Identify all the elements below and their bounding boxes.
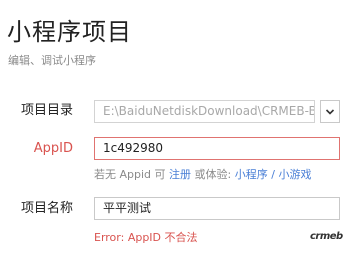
hint-or-try: 或体验: [194,168,232,181]
directory-dropdown-button[interactable] [320,100,340,123]
new-project-panel: 小程序项目 编辑、调试小程序 项目目录 E:\BaiduNetdiskDownl… [0,0,356,269]
appid-input[interactable]: 1c492980 [94,137,340,160]
directory-label: 项目目录 [20,103,73,118]
directory-input[interactable]: E:\BaiduNetdiskDownload\CRMEB-B [94,100,315,123]
try-minigame-link[interactable]: 小游戏 [278,168,311,181]
error-message: Error: AppID 不合法 [94,231,198,244]
hint-separator: / [271,168,275,181]
project-name-input[interactable]: 平平测试 [94,197,340,220]
page-title: 小程序项目 [7,18,132,46]
appid-label: AppID [33,141,73,156]
crmeb-logo: crmeb [310,231,343,242]
appid-hint: 若无 Appid 可 注册 或体验: 小程序 / 小游戏 [94,167,311,183]
register-link[interactable]: 注册 [169,168,191,181]
try-miniprogram-link[interactable]: 小程序 [235,168,268,181]
page-subtitle: 编辑、调试小程序 [8,54,96,67]
hint-prefix: 若无 Appid 可 [94,168,166,181]
chevron-down-icon [325,108,335,115]
project-name-label: 项目名称 [20,201,73,216]
